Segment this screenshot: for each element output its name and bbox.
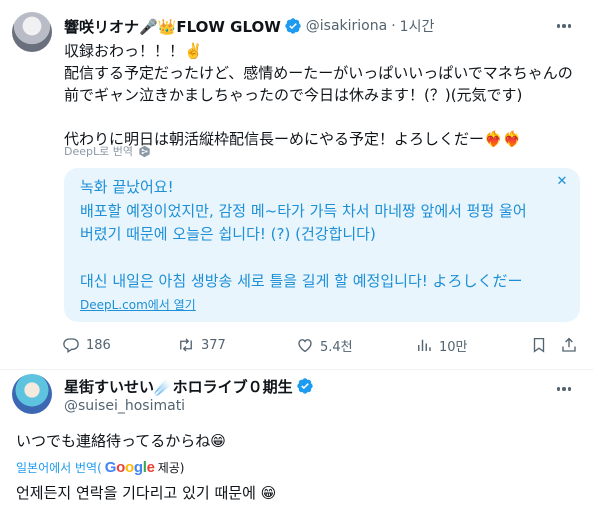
translation-text: 녹화 끝났어요! 배포할 예정이었지만, 감정 메~타가 가득 차서 마네짱 앞… xyxy=(80,176,560,294)
divider xyxy=(0,369,593,370)
avatar[interactable] xyxy=(12,12,52,52)
reply-translated-text: 언제든지 연락을 기다리고 있기 때문에 😁 xyxy=(16,484,277,502)
author-handle[interactable]: @isakiriona xyxy=(306,18,387,34)
tweet-text-line: 収録おわっ！！！✌️ xyxy=(64,42,203,60)
repost-button[interactable]: 377 xyxy=(177,334,226,356)
views-chart-icon xyxy=(418,339,431,351)
reply-button[interactable]: 186 xyxy=(62,334,111,356)
verified-badge-icon xyxy=(285,18,301,34)
repost-icon xyxy=(180,338,192,352)
tweet-text: 収録おわっ！！！✌️ 配信する予定だったけど、感情めーたーがいっぱいいっぱいでマ… xyxy=(64,40,574,150)
like-button[interactable]: 5.4천 xyxy=(296,334,353,356)
reply-author-name[interactable]: 星街すいせい☄️ホロライブ０期生 xyxy=(64,376,293,397)
translated-from-label: 일본어에서 번역( xyxy=(16,460,102,475)
translation-line: 녹화 끝났어요! xyxy=(80,178,174,196)
author-name[interactable]: 響咲リオナ🎤👑FLOW GLOW xyxy=(64,16,281,37)
reply-translation-attribution[interactable]: 일본어에서 번역( Google 제공) xyxy=(16,458,184,476)
translation-line: 버렸기 때문에 오늘은 쉽니다! (?) (건강합니다) xyxy=(80,225,376,243)
tweet-text-line: 配信する予定だったけど、感情めーたーがいっぱいいっぱいでマネちゃんの xyxy=(64,64,573,82)
share-icon xyxy=(562,337,576,352)
heart-icon xyxy=(298,339,312,353)
reply-author-handle[interactable]: @suisei_hosimati xyxy=(64,398,185,414)
translate-label[interactable]: DeepL로 번역 xyxy=(64,143,133,159)
translation-panel: ✕ 녹화 끝났어요! 배포할 예정이었지만, 감정 메~타가 가득 차서 마네짱… xyxy=(64,168,580,322)
open-in-deepl-link[interactable]: DeepL.com에서 열기 xyxy=(80,296,196,313)
reply-count: 186 xyxy=(86,337,111,353)
bookmark-button[interactable] xyxy=(530,334,554,356)
google-logo: Google xyxy=(104,458,155,476)
reply-text: いつでも連絡待ってるからね😁 xyxy=(16,432,226,450)
deepl-icon xyxy=(139,145,150,157)
reply-avatar[interactable] xyxy=(12,374,52,414)
tweet-header: 響咲リオナ🎤👑FLOW GLOW @isakiriona · 1시간 xyxy=(64,15,434,37)
share-button[interactable] xyxy=(560,334,584,356)
provided-by-label: 제공) xyxy=(157,460,185,475)
bookmark-icon xyxy=(533,337,545,353)
more-options-icon[interactable] xyxy=(553,15,575,37)
tweet-text-line: 前でギャン泣きかましちゃったので今日は休みます！(？)(元気です) xyxy=(64,86,523,104)
repost-count: 377 xyxy=(201,337,226,353)
tweet-time[interactable]: 1시간 xyxy=(400,16,435,36)
reply-icon xyxy=(63,338,79,354)
more-options-icon[interactable] xyxy=(553,378,575,400)
tweet-actions: 186 377 5.4천 10만 xyxy=(62,334,582,356)
translation-line: 배포할 예정이었지만, 감정 메~타가 가득 차서 마네짱 앞에서 펑펑 울어 xyxy=(80,201,527,220)
translation-line xyxy=(80,247,560,271)
like-count: 5.4천 xyxy=(320,339,353,355)
main-tweet: 響咲リオナ🎤👑FLOW GLOW @isakiriona · 1시간 収録おわっ… xyxy=(0,0,593,370)
separator-dot: · xyxy=(391,18,396,34)
verified-badge-icon xyxy=(296,378,313,394)
reply-header: 星街すいせい☄️ホロライブ０期生 xyxy=(64,376,318,396)
translation-line: 대신 내일은 아침 생방송 세로 틀을 길게 할 예정입니다! よろしくだー xyxy=(80,272,523,290)
tweet-text-line xyxy=(64,106,574,128)
views-button[interactable]: 10만 xyxy=(415,334,468,356)
views-count: 10만 xyxy=(439,339,468,355)
translate-toggle[interactable]: DeepL로 번역 xyxy=(64,143,151,159)
